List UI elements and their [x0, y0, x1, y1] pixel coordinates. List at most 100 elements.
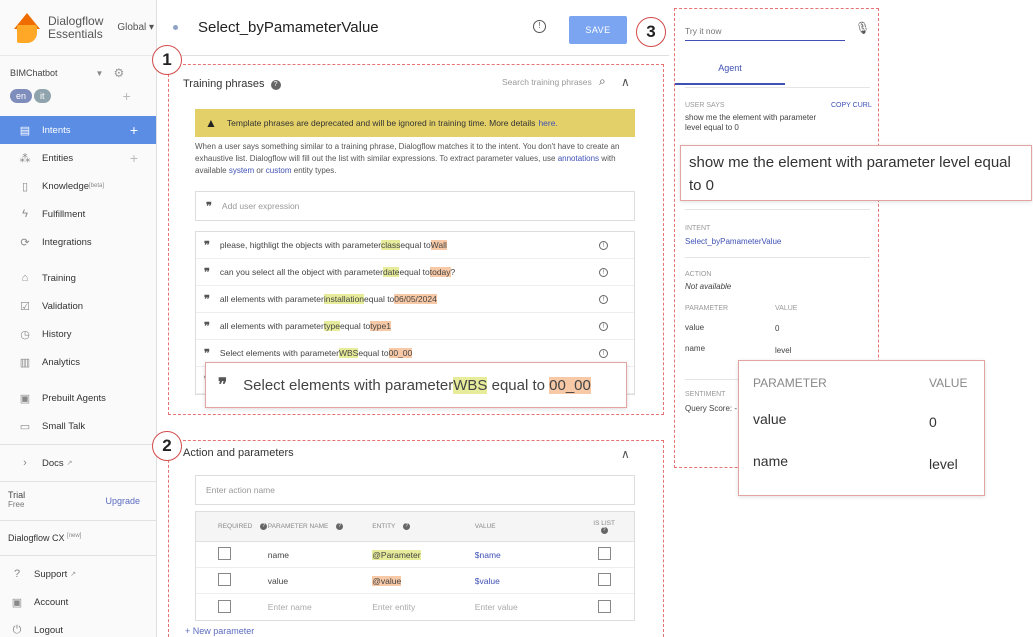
value-annotation[interactable]: type1: [370, 321, 391, 331]
parameter-annotation[interactable]: class: [381, 240, 401, 250]
is-list-checkbox[interactable]: [597, 599, 611, 613]
add-language-icon[interactable]: +: [123, 88, 131, 104]
lang-en[interactable]: en: [10, 89, 33, 103]
deprecation-warning: ▲ Template phrases are deprecated and wi…: [195, 109, 635, 137]
prebuilt-icon: ▣: [19, 392, 31, 405]
add-user-expression-input[interactable]: ❞ Add user expression: [195, 191, 635, 221]
help-icon[interactable]: ?: [260, 523, 268, 530]
intent-title[interactable]: Select_byPamameterValue: [198, 19, 379, 36]
main-panel: Select_byPamameterValue ! SAVE Training …: [157, 0, 669, 637]
parameter-annotation[interactable]: date: [382, 267, 400, 277]
help-icon[interactable]: ?: [403, 523, 411, 530]
nav-support[interactable]: ? Support ↗: [0, 560, 156, 588]
annotations-link[interactable]: annotations: [558, 154, 599, 163]
callout-badge-1: 1: [152, 45, 182, 75]
search-training-input[interactable]: Search training phrases: [502, 77, 592, 87]
value-annotation[interactable]: today: [429, 267, 451, 277]
value-annotation[interactable]: 00_00: [388, 348, 413, 358]
info-icon[interactable]: !: [533, 20, 546, 33]
training-phrase[interactable]: ❞ all elements with parameter type equal …: [196, 313, 634, 340]
add-intent-icon[interactable]: +: [130, 122, 138, 138]
lang-it[interactable]: it: [34, 89, 51, 103]
parameter-value[interactable]: $name: [475, 550, 575, 560]
required-checkbox[interactable]: [218, 573, 231, 586]
analytics-icon: ▥: [19, 356, 31, 369]
info-icon[interactable]: !: [599, 321, 608, 331]
copy-curl-link[interactable]: COPY CURL: [831, 102, 872, 109]
nav-validation[interactable]: ☑ Validation: [0, 292, 156, 320]
caret-down-icon[interactable]: ▼: [96, 69, 104, 78]
nav-knowledge[interactable]: ▯ Knowledge [beta]: [0, 172, 156, 200]
new-value-input[interactable]: Enter value: [475, 602, 575, 612]
matched-intent-link[interactable]: Select_byPamameterValue: [685, 237, 781, 246]
nav-list: ▤ Intents + ⁂ Entities + ▯ Knowledge [beta] ϟF…: [0, 116, 156, 482]
custom-link[interactable]: custom: [266, 166, 292, 175]
small-talk-icon: ▭: [19, 420, 31, 433]
book-icon: ▯: [21, 180, 29, 193]
caret-down-icon: ▾: [149, 22, 155, 33]
region-selector[interactable]: Global ▾: [117, 22, 154, 33]
nav-prebuilt-agents[interactable]: ▣ Prebuilt Agents: [0, 384, 156, 412]
clock-icon: ◷: [20, 328, 30, 341]
try-it-now-input[interactable]: [685, 21, 845, 41]
warning-link[interactable]: here.: [538, 118, 557, 128]
required-checkbox[interactable]: [218, 547, 231, 560]
system-link[interactable]: system: [229, 166, 254, 175]
quote-icon: ❞: [206, 200, 212, 213]
parameter-annotation[interactable]: installation: [323, 294, 365, 304]
tab-agent[interactable]: Agent: [675, 63, 785, 85]
value-annotation[interactable]: Wall: [430, 240, 447, 250]
info-icon[interactable]: !: [599, 267, 608, 277]
training-phrase[interactable]: ❞ can you select all the object with para…: [196, 259, 634, 286]
value-annotation: 00_00: [549, 376, 591, 394]
entity-value[interactable]: @value: [372, 575, 402, 586]
nav-training[interactable]: ⌂ Training: [0, 264, 156, 292]
microphone-icon[interactable]: 🎙: [855, 21, 870, 35]
new-parameter-name-input[interactable]: Enter name: [268, 602, 373, 612]
new-entity-input[interactable]: Enter entity: [372, 602, 475, 612]
parameter-name[interactable]: value: [268, 576, 373, 586]
training-phrase[interactable]: ❞ please, higthligt the objects with para…: [196, 232, 634, 259]
nav-docs[interactable]: › Docs ↗: [0, 449, 156, 477]
nav-analytics[interactable]: ▥ Analytics: [0, 348, 156, 376]
training-phrase[interactable]: ❞ all elements with parameter installatio…: [196, 286, 634, 313]
nav-entities[interactable]: ⁂ Entities +: [0, 144, 156, 172]
parameter-annotation[interactable]: WBS: [338, 348, 359, 358]
nav-intents[interactable]: ▤ Intents +: [0, 116, 156, 144]
entity-value[interactable]: @Parameter: [372, 549, 421, 560]
brand[interactable]: Dialogflow Essentials Global ▾: [0, 0, 156, 56]
brand-name: Dialogflow Essentials: [48, 13, 104, 41]
new-parameter-link[interactable]: + New parameter: [185, 626, 254, 636]
save-button[interactable]: SAVE: [569, 16, 627, 44]
nav-account[interactable]: ▣ Account: [0, 588, 156, 616]
is-list-checkbox[interactable]: [597, 547, 611, 560]
upgrade-link[interactable]: Upgrade: [105, 496, 140, 506]
required-checkbox[interactable]: [218, 599, 231, 613]
nav-small-talk[interactable]: ▭ Small Talk: [0, 412, 156, 440]
chevron-up-icon[interactable]: ∧: [621, 447, 630, 461]
nav-logout[interactable]: ⏻ Logout: [0, 616, 156, 637]
help-icon[interactable]: ?: [270, 80, 281, 90]
help-icon[interactable]: ?: [600, 526, 608, 534]
nav-integrations[interactable]: ⟳ Integrations: [0, 228, 156, 256]
chevron-up-icon[interactable]: ∧: [621, 75, 630, 89]
info-icon[interactable]: !: [599, 348, 608, 358]
add-entity-icon[interactable]: +: [130, 150, 138, 166]
info-icon[interactable]: !: [599, 240, 608, 250]
sidebar: Dialogflow Essentials Global ▾ BIMChatbo…: [0, 0, 157, 637]
agent-selector[interactable]: BIMChatbot ▼ ⚙: [0, 56, 156, 80]
help-icon[interactable]: ?: [336, 523, 344, 530]
value-annotation[interactable]: 06/05/2024: [394, 294, 437, 304]
action-name-input[interactable]: Enter action name: [195, 475, 635, 505]
info-icon[interactable]: !: [599, 294, 608, 304]
parameter-name[interactable]: name: [268, 550, 373, 560]
parameter-value[interactable]: $value: [475, 576, 575, 586]
parameter-annotation: WBS: [453, 376, 488, 394]
gear-icon[interactable]: ⚙: [113, 66, 124, 80]
nav-fulfillment[interactable]: ϟ Fulfillment: [0, 200, 156, 228]
is-list-checkbox[interactable]: [597, 573, 611, 586]
parameter-annotation[interactable]: type: [323, 321, 340, 331]
dialogflow-cx-link[interactable]: Dialogflow CX [new]: [0, 525, 156, 551]
search-icon[interactable]: ⌕: [599, 74, 606, 89]
nav-history[interactable]: ◷ History: [0, 320, 156, 348]
